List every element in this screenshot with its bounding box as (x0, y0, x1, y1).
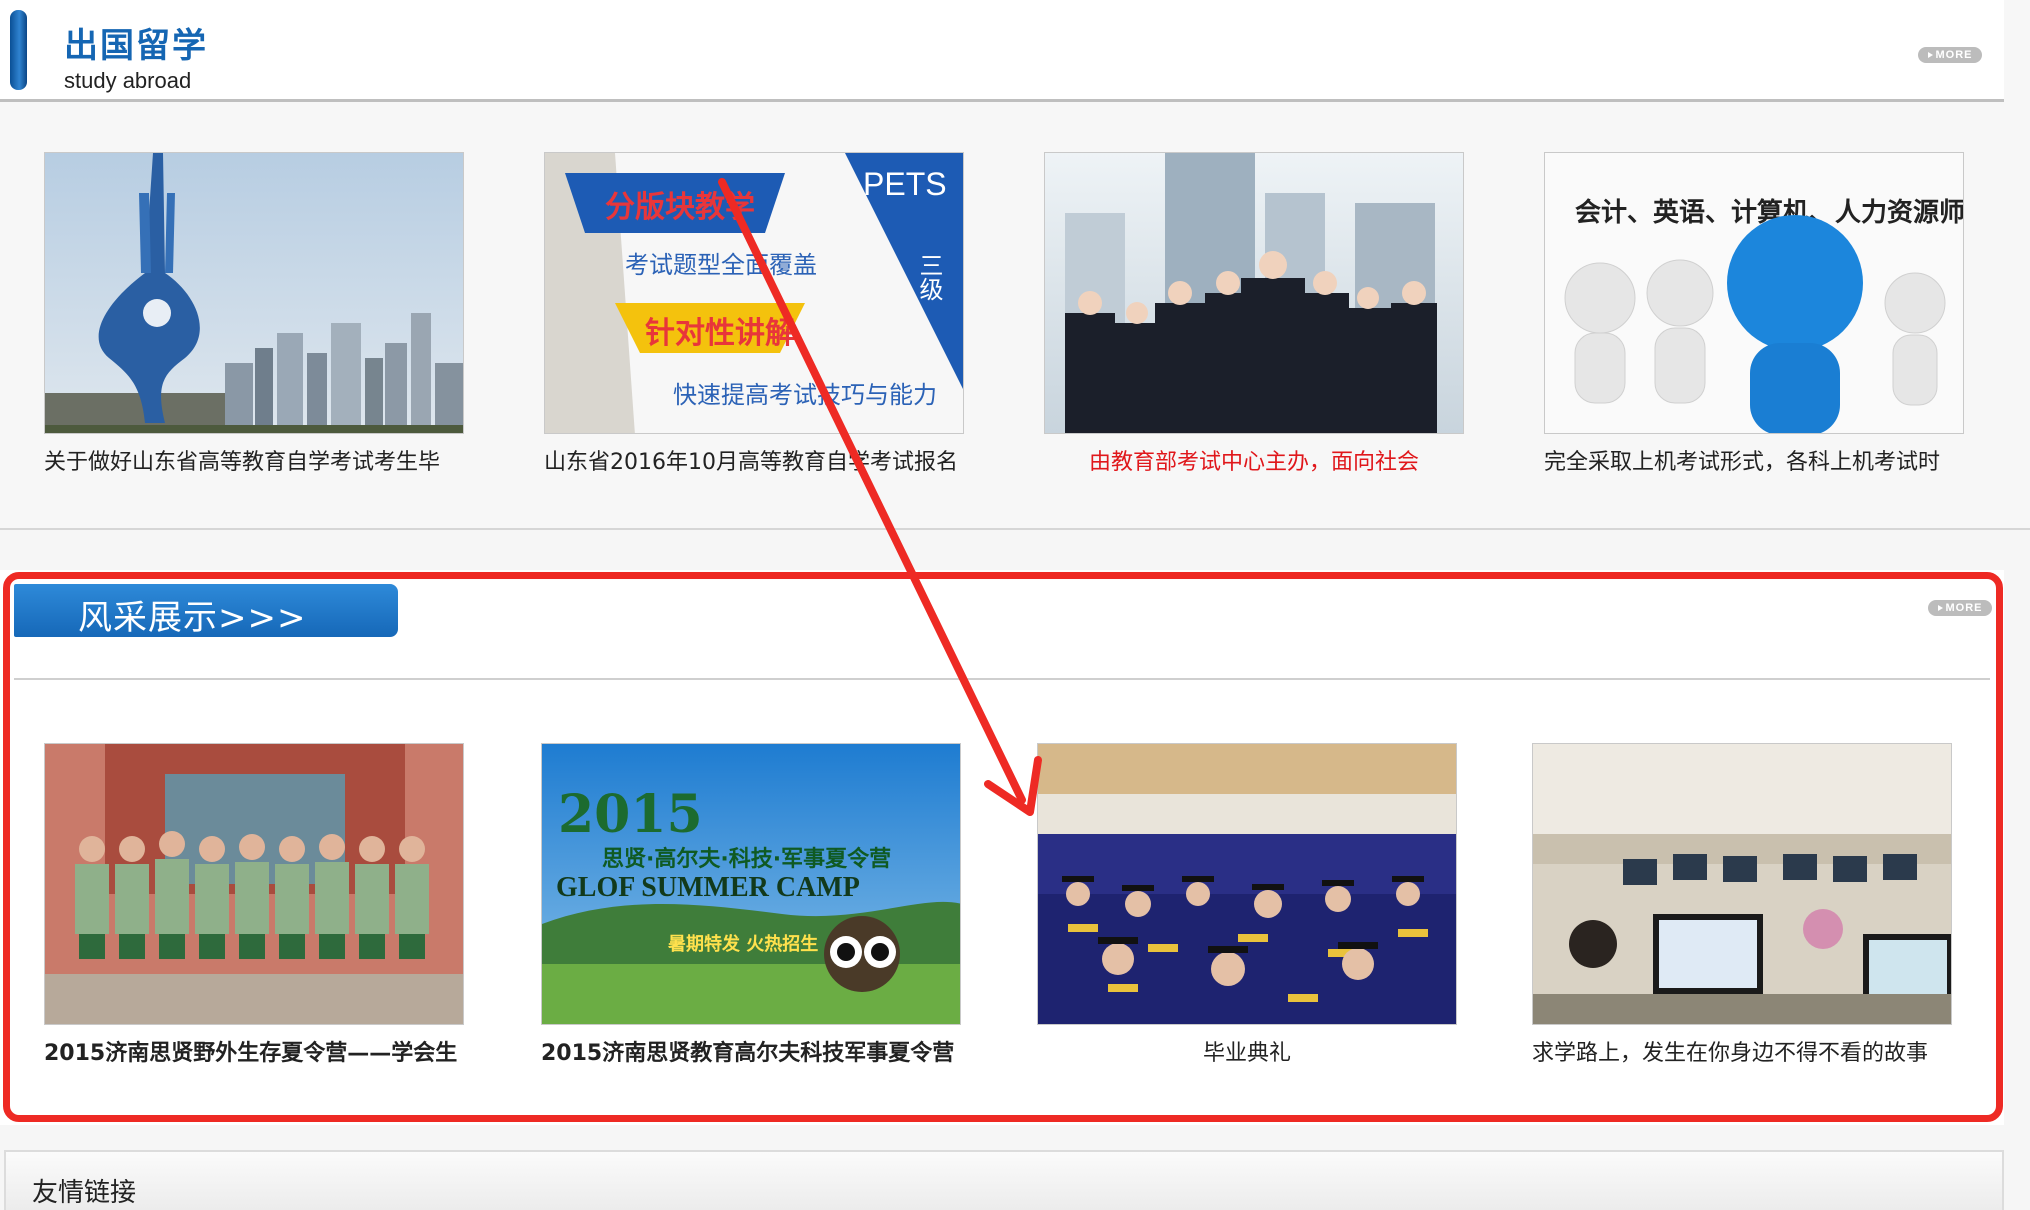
study-abroad-header: 出国留学 study abroad MORE (0, 0, 2004, 102)
study-abroad-subtitle: study abroad (64, 68, 192, 93)
card-caption[interactable]: 山东省2016年10月高等教育自学考试报名 (544, 444, 964, 476)
showcase-card[interactable]: 2015 思贤·高尔夫·科技·军事夏令营 GLOF SUMMER CAMP 暑期… (541, 743, 961, 1067)
ad-text-a: 2015 (558, 784, 703, 845)
ad-text-f: 三级 (915, 253, 943, 301)
study-abroad-card[interactable]: 由教育部考试中心主办，面向社会 (1044, 152, 1464, 476)
more-label: MORE (1945, 602, 1983, 614)
ad-text-d: 暑期特发 火热招生 (668, 933, 818, 955)
ad-text-c: GLOF SUMMER CAMP (556, 872, 860, 903)
ad-text-a: 分版块教学 (605, 190, 755, 225)
ad-text-d: 快速提高考试技巧与能力 (673, 381, 937, 409)
card-caption[interactable]: 毕业典礼 (1037, 1035, 1457, 1067)
section-marker-icon (10, 10, 27, 90)
showcase-more-button[interactable]: MORE (1928, 600, 1992, 616)
study-abroad-card[interactable]: 会计、英语、计算机、人力资源师... 完全采取上机考试形式，各科上机考试时 (1544, 152, 1964, 476)
summer-camp-kids-image (45, 744, 463, 1024)
card-image-pets-ad[interactable]: 分版块教学 考试题型全面覆盖 针对性讲解 快速提高考试技巧与能力 PETS 三级 (544, 152, 964, 434)
study-abroad-more-button[interactable]: MORE (1918, 47, 1982, 63)
card-caption[interactable]: 关于做好山东省高等教育自学考试考生毕 (44, 444, 464, 476)
card-image-graduation[interactable] (1037, 743, 1457, 1025)
card-image-summer-camp-kids[interactable] (44, 743, 464, 1025)
more-label: MORE (1935, 49, 1973, 61)
study-abroad-section: 出国留学 study abroad MORE 关于做好山东省高等教育自学考试考生… (0, 0, 2030, 530)
card-image-city-sculpture[interactable] (44, 152, 464, 434)
showcase-card[interactable]: 毕业典礼 (1037, 743, 1457, 1067)
card-image-3d-figures[interactable]: 会计、英语、计算机、人力资源师... (1544, 152, 1964, 434)
friend-links-section: 友情链接 (4, 1150, 2004, 1210)
card-image-business-people[interactable] (1044, 152, 1464, 434)
card-caption[interactable]: 完全采取上机考试形式，各科上机考试时 (1544, 444, 1964, 476)
business-people-image (1045, 153, 1463, 433)
ad-text-c: 针对性讲解 (645, 316, 795, 351)
play-icon (1937, 605, 1943, 612)
showcase-section: 风采展示>>> MORE 2015济南思贤野外生存夏令营——学会生 2015 思… (0, 570, 2004, 1125)
ad-text-e: PETS (863, 166, 947, 202)
golf-camp-image: 2015 思贤·高尔夫·科技·军事夏令营 GLOF SUMMER CAMP 暑期… (542, 744, 960, 1024)
card-image-golf-camp[interactable]: 2015 思贤·高尔夫·科技·军事夏令营 GLOF SUMMER CAMP 暑期… (541, 743, 961, 1025)
computer-lab-image (1533, 744, 1951, 1024)
card-caption[interactable]: 2015济南思贤教育高尔夫科技军事夏令营 (541, 1035, 961, 1067)
study-abroad-card[interactable]: 分版块教学 考试题型全面覆盖 针对性讲解 快速提高考试技巧与能力 PETS 三级… (544, 152, 964, 476)
ad-text-b: 考试题型全面覆盖 (625, 251, 817, 279)
city-sculpture-image (45, 153, 463, 433)
showcase-title[interactable]: 风采展示>>> (78, 590, 306, 639)
showcase-card[interactable]: 2015济南思贤野外生存夏令营——学会生 (44, 743, 464, 1067)
3d-figures-image: 会计、英语、计算机、人力资源师... (1545, 153, 1963, 433)
showcase-divider (14, 678, 1990, 680)
card-caption[interactable]: 2015济南思贤野外生存夏令营——学会生 (44, 1035, 464, 1067)
card-caption[interactable]: 由教育部考试中心主办，面向社会 (1044, 444, 1464, 476)
play-icon (1927, 52, 1933, 59)
ad-text-b: 思贤·高尔夫·科技·军事夏令营 (602, 846, 891, 872)
study-abroad-card[interactable]: 关于做好山东省高等教育自学考试考生毕 (44, 152, 464, 476)
showcase-card[interactable]: 求学路上，发生在你身边不得不看的故事 (1532, 743, 1952, 1067)
card-caption[interactable]: 求学路上，发生在你身边不得不看的故事 (1532, 1035, 1952, 1067)
card-image-computer-lab[interactable] (1532, 743, 1952, 1025)
study-abroad-title: 出国留学 (64, 26, 208, 66)
friend-links-title: 友情链接 (32, 1178, 137, 1208)
pets-ad-image: 分版块教学 考试题型全面覆盖 针对性讲解 快速提高考试技巧与能力 PETS 三级 (545, 153, 963, 433)
graduation-image (1038, 744, 1456, 1024)
